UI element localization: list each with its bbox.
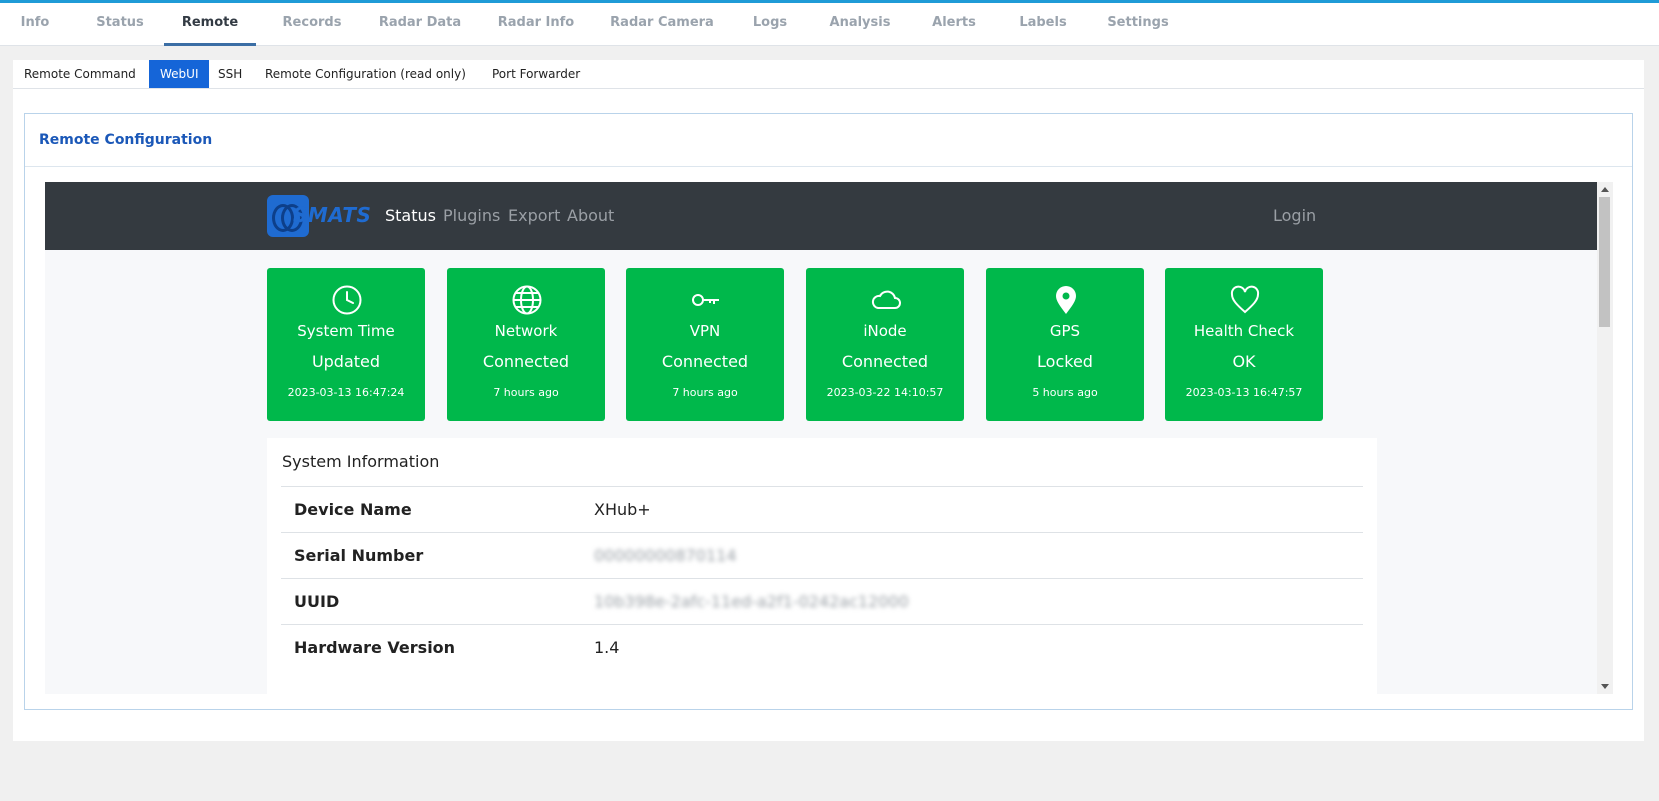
tab-alerts[interactable]: Alerts xyxy=(926,3,982,45)
tab-info[interactable]: Info xyxy=(14,3,56,45)
tab-logs[interactable]: Logs xyxy=(746,3,794,45)
tile-name: VPN xyxy=(689,322,721,340)
tile-system-time[interactable]: System Time Updated 2023-03-13 16:47:24 xyxy=(267,268,425,421)
tile-inode[interactable]: iNode Connected 2023-03-22 14:10:57 xyxy=(806,268,964,421)
tile-name: System Time xyxy=(297,322,395,340)
frame-scrollbar[interactable] xyxy=(1597,182,1613,694)
nav-status[interactable]: Status xyxy=(385,182,436,250)
tile-status: OK xyxy=(1232,352,1256,371)
tile-vpn[interactable]: VPN Connected 7 hours ago xyxy=(626,268,784,421)
system-information-title: System Information xyxy=(282,452,440,471)
tile-status: Connected xyxy=(482,352,570,371)
map-pin-icon xyxy=(1056,286,1076,314)
clock-icon xyxy=(332,285,362,315)
system-information-panel: System Information Device Name XHub+ Ser… xyxy=(267,438,1377,694)
info-value: 10b398e-2afc-11ed-a2f1-0242ac12000 xyxy=(594,592,909,611)
remote-panel: Remote Command WebUI SSH Remote Configur… xyxy=(13,60,1644,741)
subtab-ssh[interactable]: SSH xyxy=(207,60,253,88)
tile-network[interactable]: Network Connected 7 hours ago xyxy=(447,268,605,421)
tab-labels[interactable]: Labels xyxy=(1014,3,1072,45)
globe-icon xyxy=(512,285,542,315)
info-key: Hardware Version xyxy=(294,638,456,657)
scroll-up-arrow-icon[interactable] xyxy=(1601,187,1609,192)
subtab-remote-command[interactable]: Remote Command xyxy=(13,60,147,88)
main-tab-bar: Info Status Remote Records Radar Data Ra… xyxy=(0,3,1659,46)
smats-logo[interactable]: SMATS xyxy=(267,195,371,237)
tab-radar-data[interactable]: Radar Data xyxy=(378,3,462,45)
tile-status: Connected xyxy=(661,352,749,371)
tab-status[interactable]: Status xyxy=(88,3,152,45)
logo-text: SMATS xyxy=(293,203,372,227)
tile-name: iNode xyxy=(863,322,907,340)
tile-time: 2023-03-22 14:10:57 xyxy=(826,386,944,399)
tab-radar-camera[interactable]: Radar Camera xyxy=(610,3,714,45)
scroll-thumb[interactable] xyxy=(1599,197,1610,327)
tile-time: 7 hours ago xyxy=(493,386,559,399)
subtab-port-forwarder[interactable]: Port Forwarder xyxy=(481,60,591,88)
sub-tab-bar: Remote Command WebUI SSH Remote Configur… xyxy=(13,60,1644,89)
tile-time: 2023-03-13 16:47:24 xyxy=(287,386,405,399)
login-link[interactable]: Login xyxy=(1273,182,1316,250)
info-key: UUID xyxy=(294,592,340,611)
card-title: Remote Configuration xyxy=(39,132,213,148)
heart-icon xyxy=(1230,285,1260,314)
subtab-webui[interactable]: WebUI xyxy=(149,60,210,88)
tile-name: Health Check xyxy=(1193,322,1295,340)
tile-name: GPS xyxy=(1049,322,1081,340)
tab-remote[interactable]: Remote xyxy=(164,3,256,46)
info-row-serial-number: Serial Number 00000000870114 xyxy=(281,532,1363,581)
nav-plugins[interactable]: Plugins xyxy=(443,182,500,250)
info-row-uuid: UUID 10b398e-2afc-11ed-a2f1-0242ac12000 xyxy=(281,578,1363,627)
tile-time: 2023-03-13 16:47:57 xyxy=(1185,386,1303,399)
tab-records[interactable]: Records xyxy=(276,3,348,45)
tile-time: 7 hours ago xyxy=(672,386,738,399)
tile-status: Locked xyxy=(1037,352,1093,371)
tile-time: 5 hours ago xyxy=(1032,386,1098,399)
remote-configuration-card: Remote Configuration SMATS Status Plugin… xyxy=(24,113,1633,710)
tile-health-check[interactable]: Health Check OK 2023-03-13 16:47:57 xyxy=(1165,268,1323,421)
tab-radar-info[interactable]: Radar Info xyxy=(494,3,578,45)
info-value: XHub+ xyxy=(594,500,651,519)
nav-about[interactable]: About xyxy=(567,182,614,250)
subtab-remote-configuration[interactable]: Remote Configuration (read only) xyxy=(254,60,477,88)
scroll-down-arrow-icon[interactable] xyxy=(1601,684,1609,689)
tile-status: Updated xyxy=(311,352,381,371)
info-key: Device Name xyxy=(294,500,412,519)
info-value: 1.4 xyxy=(594,638,620,657)
info-row-device-name: Device Name XHub+ xyxy=(281,486,1363,535)
tile-gps[interactable]: GPS Locked 5 hours ago xyxy=(986,268,1144,421)
tab-settings[interactable]: Settings xyxy=(1104,3,1172,45)
info-row-hardware-version: Hardware Version 1.4 xyxy=(281,624,1363,673)
nav-export[interactable]: Export xyxy=(508,182,560,250)
card-divider xyxy=(25,166,1632,167)
info-value: 00000000870114 xyxy=(594,546,737,565)
info-key: Serial Number xyxy=(294,546,424,565)
key-icon xyxy=(692,294,719,306)
cloud-icon xyxy=(871,290,901,309)
webui-frame[interactable]: SMATS Status Plugins Export About Login … xyxy=(45,182,1613,694)
tile-name: Network xyxy=(494,322,558,340)
tile-status: Connected xyxy=(841,352,929,371)
tab-analysis[interactable]: Analysis xyxy=(826,3,894,45)
webui-navbar: SMATS Status Plugins Export About Login xyxy=(45,182,1597,250)
